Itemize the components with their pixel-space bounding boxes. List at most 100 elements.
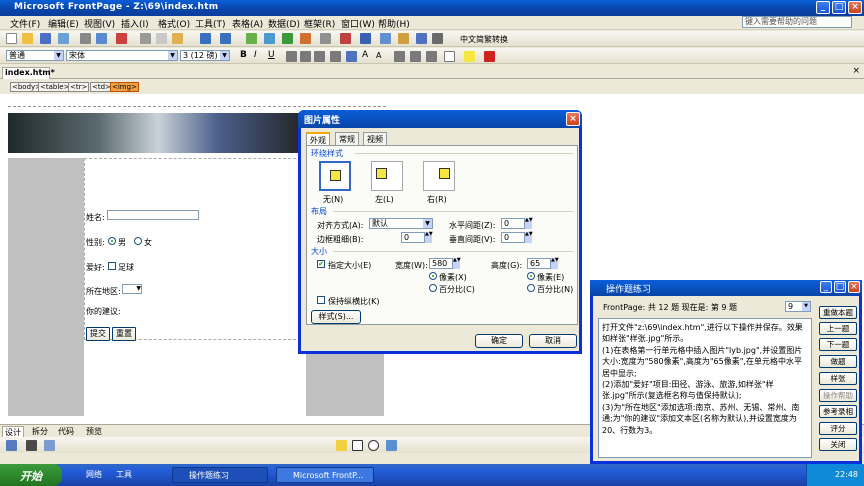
quick-tools[interactable]: 工具 bbox=[116, 469, 132, 480]
height-input[interactable]: 65 bbox=[527, 258, 551, 269]
help-icon[interactable] bbox=[360, 33, 371, 44]
quick-network[interactable]: 网络 bbox=[86, 469, 102, 480]
close-practice-button[interactable]: 关闭 bbox=[819, 438, 857, 451]
web-component-icon[interactable] bbox=[416, 33, 427, 44]
menu-insert[interactable]: 插入(I) bbox=[121, 17, 149, 30]
sample-button[interactable]: 样张 bbox=[819, 372, 857, 385]
tab-index-htm[interactable]: index.htm* bbox=[2, 67, 55, 79]
question-select[interactable]: 9 ▼ bbox=[785, 301, 811, 312]
refresh-icon[interactable] bbox=[300, 33, 311, 44]
do-question-button[interactable]: 做题 bbox=[819, 355, 857, 368]
rectangle-icon[interactable] bbox=[352, 440, 363, 451]
dialog-close-button[interactable]: × bbox=[566, 112, 580, 126]
tab-general[interactable]: 常规 bbox=[335, 132, 359, 145]
prev-question-button[interactable]: 上一题 bbox=[819, 322, 857, 335]
align-center-icon[interactable] bbox=[300, 51, 311, 62]
tag-img[interactable]: <img> bbox=[110, 82, 139, 92]
justify-icon[interactable] bbox=[330, 51, 341, 62]
new-icon[interactable] bbox=[6, 33, 17, 44]
highlight-icon[interactable] bbox=[464, 51, 475, 62]
practice-maximize-button[interactable]: □ bbox=[834, 281, 846, 293]
tag-tr[interactable]: <tr> bbox=[68, 82, 90, 92]
redo-question-button[interactable]: 重做本题 bbox=[819, 306, 857, 319]
border-icon[interactable] bbox=[444, 51, 455, 62]
draw-icon[interactable] bbox=[6, 440, 17, 451]
show-all-icon[interactable] bbox=[320, 33, 331, 44]
spelling-icon[interactable] bbox=[116, 33, 127, 44]
hspace-spinner[interactable]: ▲▼ bbox=[525, 218, 533, 229]
insert-table-icon[interactable] bbox=[246, 33, 257, 44]
height-pixels-radio[interactable] bbox=[527, 272, 535, 280]
text-tool-icon[interactable] bbox=[26, 440, 37, 451]
image-tool-icon[interactable] bbox=[44, 440, 55, 451]
cn-convert-button[interactable]: 中文简繁转换 bbox=[460, 34, 508, 45]
tab-appearance[interactable]: 外观 bbox=[306, 132, 330, 145]
border-input[interactable]: 0 bbox=[401, 232, 425, 243]
width-percent-radio[interactable] bbox=[429, 284, 437, 292]
name-input[interactable] bbox=[107, 210, 199, 220]
region-select[interactable]: ▼ bbox=[122, 284, 142, 294]
wrap-left-button[interactable] bbox=[371, 161, 403, 191]
menu-frames[interactable]: 框架(R) bbox=[304, 17, 335, 30]
tab-video[interactable]: 视频 bbox=[363, 132, 387, 145]
width-pixels-radio[interactable] bbox=[429, 272, 437, 280]
menu-format[interactable]: 格式(O) bbox=[158, 17, 190, 30]
submit-button[interactable]: 提交 bbox=[86, 327, 110, 341]
italic-icon[interactable]: I bbox=[254, 50, 257, 60]
preview-icon[interactable] bbox=[96, 33, 107, 44]
maximize-button[interactable]: □ bbox=[832, 1, 846, 14]
stop-icon[interactable] bbox=[340, 33, 351, 44]
open-icon[interactable] bbox=[22, 33, 33, 44]
insert-picture-icon[interactable] bbox=[264, 33, 275, 44]
bullets-icon[interactable] bbox=[410, 51, 421, 62]
height-spinner[interactable]: ▲▼ bbox=[551, 258, 559, 269]
minimize-button[interactable]: _ bbox=[816, 1, 830, 14]
task-frontpage[interactable]: Microsoft FrontP... bbox=[276, 467, 374, 483]
paste-icon[interactable] bbox=[172, 33, 183, 44]
align-select[interactable]: 默认 ▼ bbox=[369, 218, 433, 229]
task-practice[interactable]: 操作题练习 bbox=[172, 467, 268, 483]
width-spinner[interactable]: ▲▼ bbox=[453, 258, 461, 269]
align-left-icon[interactable] bbox=[286, 51, 297, 62]
tab-preview[interactable]: 预览 bbox=[86, 426, 102, 437]
width-input[interactable]: 580 bbox=[429, 258, 453, 269]
numbering-icon[interactable] bbox=[394, 51, 405, 62]
textbox-icon[interactable] bbox=[386, 440, 397, 451]
menu-help[interactable]: 帮助(H) bbox=[378, 17, 410, 30]
female-radio[interactable] bbox=[134, 237, 142, 245]
align-right-icon[interactable] bbox=[314, 51, 325, 62]
menu-window[interactable]: 窗口(W) bbox=[341, 17, 375, 30]
football-checkbox[interactable] bbox=[108, 262, 116, 270]
print-icon[interactable] bbox=[80, 33, 91, 44]
font-shrink-icon[interactable]: A bbox=[376, 51, 381, 60]
specify-size-checkbox[interactable]: ✔ bbox=[317, 260, 325, 268]
font-select[interactable]: 宋体 ▼ bbox=[66, 50, 178, 61]
reset-button[interactable]: 重置 bbox=[112, 327, 136, 341]
tab-code[interactable]: 代码 bbox=[58, 426, 74, 437]
next-question-button[interactable]: 下一题 bbox=[819, 338, 857, 351]
wrap-right-button[interactable] bbox=[423, 161, 455, 191]
style-select[interactable]: 普通 ▼ bbox=[6, 50, 64, 61]
practice-minimize-button[interactable]: _ bbox=[820, 281, 832, 293]
practice-close-button[interactable]: × bbox=[848, 281, 860, 293]
operation-help-button[interactable]: 操作帮助 bbox=[819, 389, 857, 402]
wrap-none-button[interactable] bbox=[319, 161, 351, 191]
help-search-input[interactable]: 键入需要帮助的问题 bbox=[742, 16, 852, 28]
size-select[interactable]: 3 (12 磅) ▼ bbox=[180, 50, 230, 61]
menu-tools[interactable]: 工具(T) bbox=[195, 17, 226, 30]
ok-button[interactable]: 确定 bbox=[475, 334, 523, 348]
save-icon[interactable] bbox=[40, 33, 51, 44]
bold-icon[interactable]: B bbox=[240, 50, 247, 60]
male-radio[interactable] bbox=[108, 237, 116, 245]
layer-icon[interactable] bbox=[380, 33, 391, 44]
close-button[interactable]: × bbox=[848, 1, 862, 14]
hyperlink-icon[interactable] bbox=[282, 33, 293, 44]
menu-file[interactable]: 文件(F) bbox=[10, 17, 40, 30]
hspace-input[interactable]: 0 bbox=[501, 218, 525, 229]
vspace-spinner[interactable]: ▲▼ bbox=[525, 232, 533, 243]
border-spinner[interactable]: ▲▼ bbox=[425, 232, 433, 243]
menu-data[interactable]: 数据(D) bbox=[268, 17, 300, 30]
properties-icon[interactable] bbox=[432, 33, 443, 44]
banner-image[interactable] bbox=[8, 113, 308, 153]
redo-icon[interactable] bbox=[220, 33, 231, 44]
